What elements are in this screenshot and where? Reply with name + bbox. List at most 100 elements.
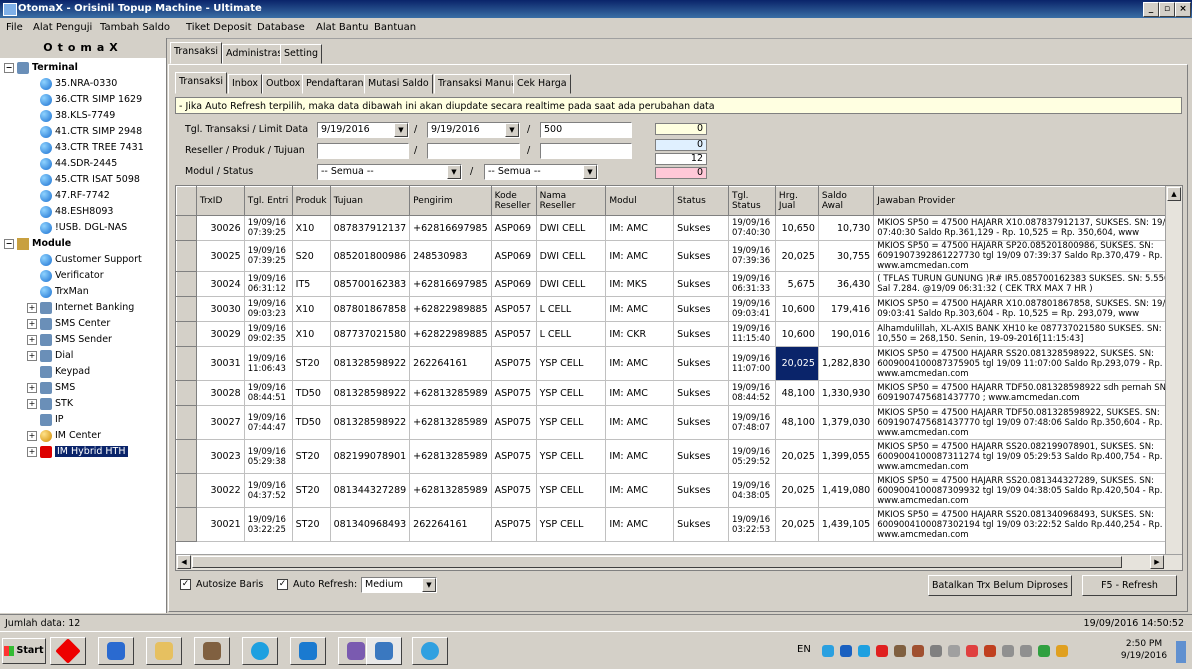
column-header[interactable]: Kode Reseller [490,186,537,216]
table-cell[interactable]: 19/09/16 03:22:25 [244,507,293,542]
column-header[interactable]: Modul [605,186,675,216]
table-cell[interactable]: 36,430 [818,271,875,297]
table-cell[interactable]: 087801867858 [330,296,411,322]
table-cell[interactable]: MKIOS SP50 = 47500 HAJARR TDF50.08132859… [873,380,1182,406]
table-cell[interactable]: 19/09/16 11:06:43 [244,346,293,381]
subtab-transaksi[interactable]: Transaksi [175,72,228,94]
table-cell[interactable]: DWI CELL [536,271,607,297]
scroll-thumb[interactable] [192,556,1122,568]
row-indicator[interactable] [176,405,197,440]
table-cell[interactable]: 30030 [196,296,245,322]
transaction-grid[interactable]: TrxID Tgl. Entri Produk Tujuan Pengirim Kode … [175,185,1183,571]
table-cell[interactable]: IM: CKR [605,321,675,347]
table-cell[interactable]: S20 [292,240,331,272]
table-cell[interactable]: 20,025 [775,240,819,272]
table-cell[interactable]: 19/09/16 06:31:12 [244,271,293,297]
language-indicator[interactable]: EN [797,644,811,655]
maximize-button[interactable]: ▫ [1159,2,1175,17]
tree-module-item[interactable]: Customer Support [40,252,142,267]
table-cell[interactable]: 262264161 [409,346,492,381]
column-header[interactable]: Saldo Awal [817,186,875,216]
reseller-input[interactable] [317,143,409,159]
row-indicator[interactable] [176,346,197,381]
table-cell[interactable]: 30024 [196,271,245,297]
column-header[interactable]: TrxID [195,186,245,216]
table-cell[interactable]: TD50 [292,380,331,406]
table-cell[interactable]: 087837912137 [330,215,411,241]
table-cell[interactable]: YSP CELL [536,380,607,406]
column-header[interactable]: Tgl. Entri [243,186,293,216]
table-cell[interactable]: 19/09/16 09:02:35 [244,321,293,347]
table-row[interactable]: 30023 19/09/16 05:29:38 ST20 082199078901 +6… [176,439,1182,474]
table-cell[interactable]: MKIOS SP50 = 47500 HAJARR TDF50.08132859… [873,405,1182,440]
refresh-button[interactable]: F5 - Refresh [1082,575,1177,596]
table-cell[interactable]: 081328598922 [330,380,411,406]
table-cell[interactable]: 081328598922 [330,405,411,440]
tree-module-item[interactable]: + IM Center [27,428,101,443]
table-cell[interactable]: 19/09/16 09:03:41 [728,296,776,322]
table-cell[interactable]: YSP CELL [536,473,607,508]
chevron-down-icon[interactable]: ▼ [394,123,408,137]
expand-icon[interactable]: + [27,334,37,345]
menu-bantuan[interactable]: Bantuan [374,22,416,33]
table-cell[interactable]: 30021 [196,507,245,542]
tree-module-item[interactable]: TrxMan [40,284,89,299]
menu-alat-bantu[interactable]: Alat Bantu [316,22,368,33]
table-cell[interactable]: Sukses [673,507,729,542]
table-cell[interactable]: 179,416 [818,296,875,322]
table-cell[interactable]: IM: AMC [605,380,675,406]
table-cell[interactable]: ST20 [292,507,331,542]
tree-terminal-item[interactable]: 44.SDR-2445 [40,156,117,171]
table-cell[interactable]: DWI CELL [536,215,607,241]
tree-module[interactable]: − Module [4,236,71,251]
table-cell[interactable]: ASP057 [491,321,537,347]
table-row[interactable]: 30029 19/09/16 09:02:35 X10 087737021580 +62… [176,321,1182,347]
table-cell[interactable]: 19/09/16 07:48:07 [728,405,776,440]
tab-setting[interactable]: Setting [280,44,323,64]
tree-terminal-item[interactable]: 38.KLS-7749 [40,108,115,123]
table-row[interactable]: 30026 19/09/16 07:39:25 X10 087837912137 +62… [176,215,1182,241]
tree-module-item[interactable]: + SMS Sender [27,332,112,347]
table-cell[interactable]: 30,755 [818,240,875,272]
table-cell[interactable]: 262264161 [409,507,492,542]
table-cell[interactable]: ASP075 [491,380,537,406]
tray-icon[interactable] [984,645,996,657]
tray-icon[interactable] [912,645,924,657]
row-indicator[interactable] [176,439,197,474]
table-cell[interactable]: IM: MKS [605,271,675,297]
table-cell[interactable]: Sukses [673,215,729,241]
date-from-picker[interactable]: 9/19/2016 ▼ [317,122,409,138]
table-cell[interactable]: 19/09/16 07:44:47 [244,405,293,440]
table-cell[interactable]: 19/09/16 03:22:53 [728,507,776,542]
row-indicator[interactable] [176,507,197,542]
table-cell[interactable]: 30023 [196,439,245,474]
column-header[interactable]: Tgl. Status [727,186,776,216]
taskbar-app[interactable] [412,637,448,665]
menu-tiket-deposit[interactable]: Tiket Deposit [186,22,252,33]
vertical-scrollbar[interactable]: ▲ [1165,186,1182,554]
table-cell[interactable]: 19/09/16 07:39:36 [728,240,776,272]
table-cell[interactable]: +62816697985 [409,271,492,297]
table-row[interactable]: 30022 19/09/16 04:37:52 ST20 081344327289 +6… [176,473,1182,508]
table-cell[interactable]: MKIOS SP50 = 47500 HAJARR SS20.081340968… [873,507,1182,542]
table-cell[interactable]: YSP CELL [536,507,607,542]
column-header[interactable]: Status [673,186,729,216]
chevron-down-icon[interactable]: ▼ [505,123,519,137]
start-button[interactable]: Start [2,638,46,664]
taskbar-app[interactable] [290,637,326,665]
row-indicator[interactable] [176,240,197,272]
table-cell[interactable]: 19/09/16 06:31:33 [728,271,776,297]
table-cell[interactable]: 10,650 [775,215,819,241]
expand-icon[interactable]: + [27,398,37,409]
table-cell[interactable]: Sukses [673,321,729,347]
collapse-icon[interactable]: − [4,62,14,73]
table-cell[interactable]: 19/09/16 05:29:38 [244,439,293,474]
clock[interactable]: 2:50 PM 9/19/2016 [1119,638,1169,662]
table-cell[interactable]: 20,025 [775,346,819,381]
tray-icon[interactable] [1056,645,1068,657]
table-cell[interactable]: ASP075 [491,346,537,381]
table-cell[interactable]: YSP CELL [536,346,607,381]
table-cell[interactable]: IM: AMC [605,473,675,508]
row-indicator[interactable] [176,296,197,322]
table-cell[interactable]: 1,399,055 [818,439,875,474]
